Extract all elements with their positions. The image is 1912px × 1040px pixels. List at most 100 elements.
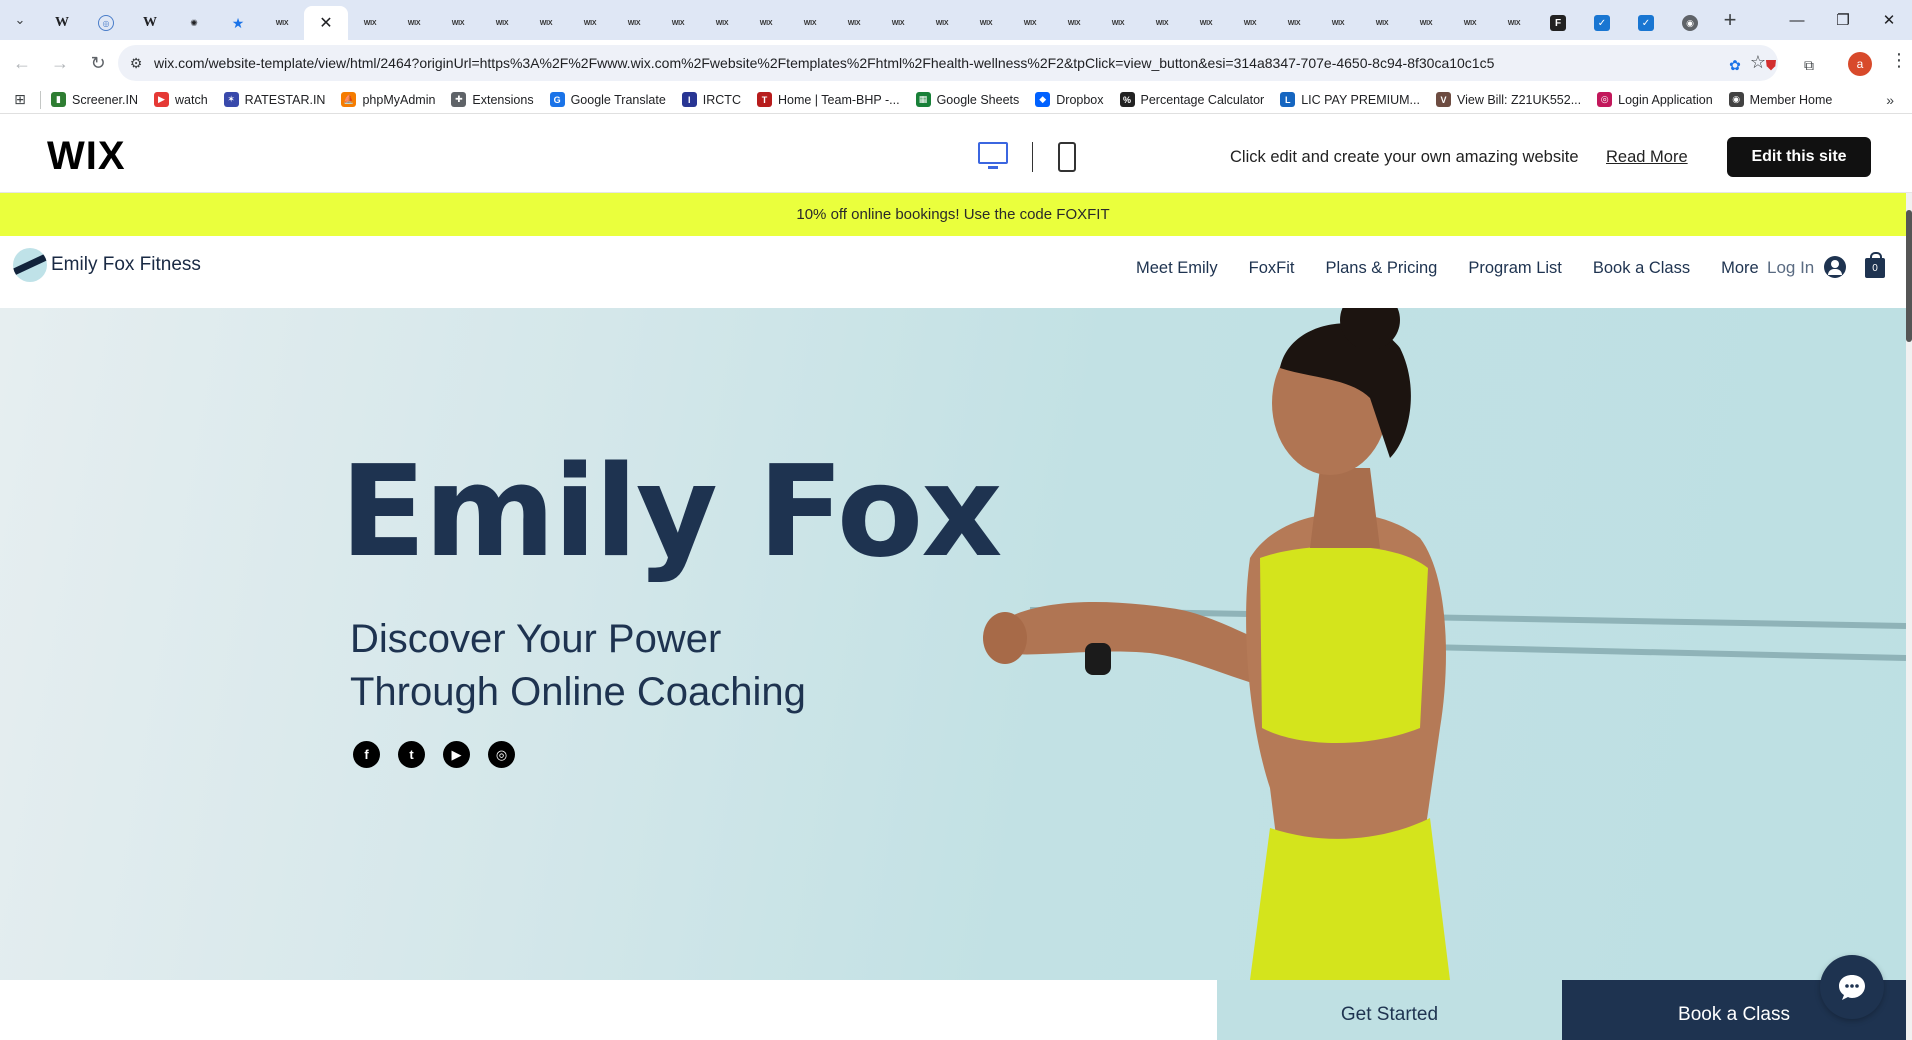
tab[interactable]: W (40, 6, 84, 40)
bookmark-item[interactable]: ✚ Extensions (451, 86, 534, 114)
bookmark-item[interactable]: % Percentage Calculator (1119, 86, 1264, 114)
nav-foxfit[interactable]: FoxFit (1249, 259, 1295, 278)
tab[interactable]: WIX (568, 6, 612, 40)
brand-name[interactable]: Emily Fox Fitness (51, 254, 201, 276)
tab[interactable]: WIX (1184, 6, 1228, 40)
tab[interactable]: WIX (1052, 6, 1096, 40)
wix-logo[interactable]: WIX (47, 134, 126, 179)
close-window-icon[interactable]: ✕ (1866, 0, 1912, 40)
tab[interactable]: WIX (1316, 6, 1360, 40)
bookmark-item[interactable]: ◉ Member Home (1728, 86, 1832, 114)
restore-icon[interactable]: ❐ (1820, 0, 1866, 40)
reload-icon[interactable]: ↻ (82, 47, 114, 79)
mobile-view-icon[interactable] (1058, 142, 1076, 172)
close-icon[interactable]: ✕ (319, 13, 332, 33)
tab[interactable]: WIX (744, 6, 788, 40)
scrollbar-thumb[interactable] (1906, 210, 1912, 342)
bookmark-item[interactable]: ⛵ phpMyAdmin (341, 86, 435, 114)
tab[interactable]: WIX (1448, 6, 1492, 40)
tab[interactable]: WIX (876, 6, 920, 40)
bookmark-item[interactable]: ◆ Dropbox (1035, 86, 1104, 114)
new-tab-button[interactable]: + (1712, 0, 1748, 40)
tab[interactable]: WIX (1096, 6, 1140, 40)
tab[interactable]: WIX (920, 6, 964, 40)
nav-program-list[interactable]: Program List (1468, 259, 1562, 278)
tab[interactable]: WIX (1360, 6, 1404, 40)
chat-icon[interactable] (1820, 955, 1884, 1019)
tab[interactable]: WIX (436, 6, 480, 40)
bookmark-item[interactable]: ▶ watch (154, 86, 208, 114)
tab[interactable]: WIX (1492, 6, 1536, 40)
tab[interactable]: W (128, 6, 172, 40)
bookmark-item[interactable]: ▦ Google Sheets (915, 86, 1019, 114)
bookmark-favicon-icon: ⛵ (341, 92, 357, 107)
tab[interactable]: ◎ (84, 6, 128, 40)
facebook-icon[interactable]: f (353, 741, 380, 768)
wix-favicon: WIX (407, 19, 421, 27)
bookmark-item[interactable]: L LIC PAY PREMIUM... (1280, 86, 1420, 114)
back-arrow-icon[interactable]: ← (6, 47, 38, 79)
tab[interactable]: ★ (216, 6, 260, 40)
get-started-button[interactable]: Get Started (1217, 980, 1562, 1040)
url-text[interactable]: wix.com/website-template/view/html/2464?… (154, 55, 1494, 71)
tab[interactable]: WIX (700, 6, 744, 40)
tab[interactable]: WIX (392, 6, 436, 40)
bookmark-item[interactable]: T Home | Team-BHP -... (756, 86, 900, 114)
cart-icon[interactable]: 0 (1865, 252, 1885, 278)
tab[interactable]: WIX (524, 6, 568, 40)
tab-search-chevron-icon[interactable]: ⌄ (0, 0, 40, 40)
twitter-icon[interactable]: t (398, 741, 425, 768)
tab[interactable]: WIX (656, 6, 700, 40)
address-bar[interactable]: ⚙ wix.com/website-template/view/html/246… (118, 45, 1778, 81)
nav-plans-pricing[interactable]: Plans & Pricing (1325, 259, 1437, 278)
tab[interactable]: WIX (1228, 6, 1272, 40)
desktop-view-icon[interactable] (978, 142, 1008, 169)
tab[interactable]: WIX (964, 6, 1008, 40)
login-link[interactable]: Log In (1767, 258, 1814, 278)
tab[interactable]: WIX (1272, 6, 1316, 40)
extensions-puzzle-icon[interactable]: ⧉ (1796, 52, 1822, 78)
tab[interactable]: ✓ (1580, 6, 1624, 40)
user-avatar-icon[interactable] (1824, 256, 1846, 278)
nav-book-a-class[interactable]: Book a Class (1593, 259, 1690, 278)
instagram-icon[interactable]: ◎ (488, 741, 515, 768)
shield-extension-icon[interactable]: ⛊ (1758, 52, 1784, 78)
browser-window: ⌄ W ◎ W ✺ ★ WIX ✕ WIX WIX WIX WIX WIX WIX WIX WIX WIX WI… (0, 0, 1912, 1040)
bookmark-item[interactable]: G Google Translate (549, 86, 666, 114)
youtube-icon[interactable]: ▶ (443, 741, 470, 768)
apps-grid-icon[interactable]: ⊞ (0, 91, 40, 108)
tab[interactable]: WIX (1140, 6, 1184, 40)
tab[interactable]: ✓ (1624, 6, 1668, 40)
tab[interactable]: WIX (1008, 6, 1052, 40)
forward-arrow-icon[interactable]: → (44, 47, 76, 79)
minimize-icon[interactable]: — (1774, 0, 1820, 40)
bookmark-item[interactable]: V View Bill: Z21UK552... (1435, 86, 1581, 114)
tab-active[interactable]: ✕ (304, 6, 348, 40)
bookmark-item[interactable]: ◎ Login Application (1597, 86, 1713, 114)
nav-meet-emily[interactable]: Meet Emily (1136, 259, 1218, 278)
tab[interactable]: WIX (612, 6, 656, 40)
bookmark-item[interactable]: I IRCTC (681, 86, 741, 114)
bookmark-item[interactable]: ▮ Screener.IN (51, 86, 138, 114)
read-more-link[interactable]: Read More (1606, 148, 1688, 167)
bookmark-item[interactable]: ✶ RATESTAR.IN (223, 86, 325, 114)
tab[interactable]: WIX (348, 6, 392, 40)
edit-this-site-button[interactable]: Edit this site (1727, 137, 1871, 177)
nav-more[interactable]: More (1721, 259, 1759, 278)
tab[interactable]: WIX (1404, 6, 1448, 40)
brand-logo-icon[interactable] (13, 248, 47, 282)
profile-avatar[interactable]: a (1848, 52, 1872, 76)
wix-favicon: WIX (451, 19, 465, 27)
more-bookmarks-icon[interactable]: » (1886, 92, 1894, 108)
tab[interactable]: F (1536, 6, 1580, 40)
tab[interactable]: ◉ (1668, 6, 1712, 40)
tab[interactable]: WIX (832, 6, 876, 40)
tab[interactable]: WIX (260, 6, 304, 40)
tab[interactable]: WIX (788, 6, 832, 40)
extension-icon[interactable]: ✿ (1722, 52, 1748, 78)
browser-menu-icon[interactable]: ⋮ (1890, 50, 1908, 71)
wix-favicon: WIX (1111, 19, 1125, 27)
tab[interactable]: WIX (480, 6, 524, 40)
site-info-icon[interactable]: ⚙ (118, 55, 154, 72)
tab[interactable]: ✺ (172, 6, 216, 40)
